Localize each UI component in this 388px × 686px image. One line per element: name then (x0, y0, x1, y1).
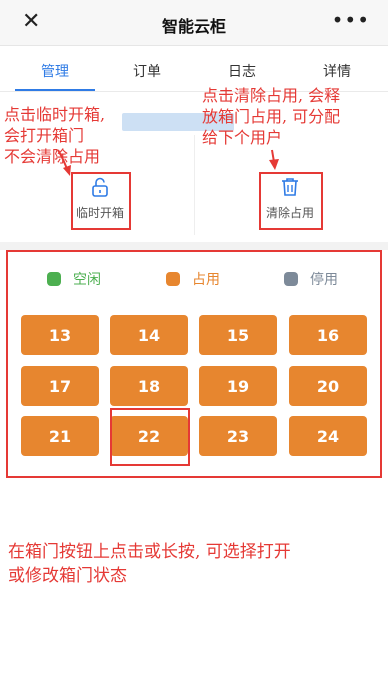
free-dot (47, 272, 61, 286)
legend-occupied-label: 占用 (192, 272, 220, 288)
door-button[interactable]: 17 (21, 366, 99, 406)
legend-disabled-label: 停用 (310, 272, 338, 288)
highlight-door-22 (110, 408, 190, 466)
door-button[interactable]: 13 (21, 315, 99, 355)
door-button[interactable]: 21 (21, 416, 99, 456)
annotation-line: 在箱门按钮上点击或长按, 可选择打开 (8, 542, 291, 562)
legend-occupied: 占用 (166, 269, 220, 289)
legend-disabled: 停用 (284, 269, 338, 289)
door-button[interactable]: 16 (289, 315, 367, 355)
door-button[interactable]: 15 (199, 315, 277, 355)
door-button[interactable]: 20 (289, 366, 367, 406)
door-button[interactable]: 18 (110, 366, 188, 406)
disabled-dot (284, 272, 298, 286)
legend-free-label: 空闲 (73, 272, 101, 288)
door-button[interactable]: 14 (110, 315, 188, 355)
legend-free: 空闲 (47, 269, 101, 289)
door-button[interactable]: 23 (199, 416, 277, 456)
occupied-dot (166, 272, 180, 286)
annotation-line: 或修改箱门状态 (8, 566, 127, 586)
door-button[interactable]: 24 (289, 416, 367, 456)
annotation-door-action: 在箱门按钮上点击或长按, 可选择打开 或修改箱门状态 (8, 540, 291, 588)
door-button[interactable]: 19 (199, 366, 277, 406)
